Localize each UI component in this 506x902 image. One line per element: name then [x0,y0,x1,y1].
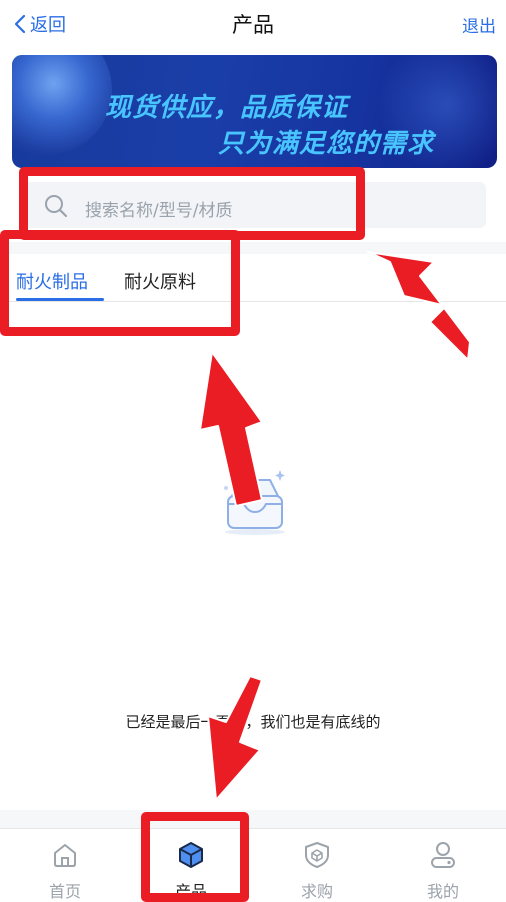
top-navbar: 返回 产品 退出 [0,0,506,48]
tabbar-label-home: 首页 [48,882,81,901]
annotation-arrow-product [207,675,263,801]
chevron-left-icon [14,14,26,34]
logout-button[interactable]: 退出 [462,12,496,37]
banner-slogan-line2: 只为满足您的需求 [218,129,435,159]
tab-refractory-raw-materials[interactable]: 耐火原料 [124,268,196,294]
tabbar-item-mine[interactable]: 我的 [380,829,506,902]
cube-icon [179,842,203,868]
tabbar-item-purchase[interactable]: 求购 [254,829,380,902]
back-label: 返回 [30,15,66,36]
tabbar-label-purchase: 求购 [300,882,333,901]
category-tabs: 耐火制品 耐火原料 [0,254,506,302]
home-icon [54,844,76,867]
shield-icon [305,842,329,868]
bottom-divider [0,810,506,828]
section-divider [0,242,506,254]
bottom-tabbar: 首页 产品 求购 我的 [0,828,506,902]
tabbar-label-mine: 我的 [426,882,459,901]
globe-graphic [12,55,112,155]
promo-banner[interactable]: 现货供应，品质保证 只为满足您的需求 [12,55,497,168]
user-icon [431,842,455,868]
search-icon [45,195,68,218]
tabbar-item-home[interactable]: 首页 [2,829,128,902]
back-button[interactable]: 返回 [14,10,66,38]
active-tab-indicator [16,298,104,301]
tabbar-item-products[interactable]: 产品 [128,829,254,902]
search-placeholder: 搜索名称/型号/材质 [85,201,233,221]
page-title: 产品 [232,13,274,37]
tabbar-label-products: 产品 [174,882,207,901]
list-end-text: 已经是最后一页了，我们也是有底线的 [125,713,381,731]
empty-box-icon [224,470,285,535]
banner-slogan-line1: 现货供应，品质保证 [105,93,349,123]
tab-refractory-products[interactable]: 耐火制品 [16,268,88,294]
